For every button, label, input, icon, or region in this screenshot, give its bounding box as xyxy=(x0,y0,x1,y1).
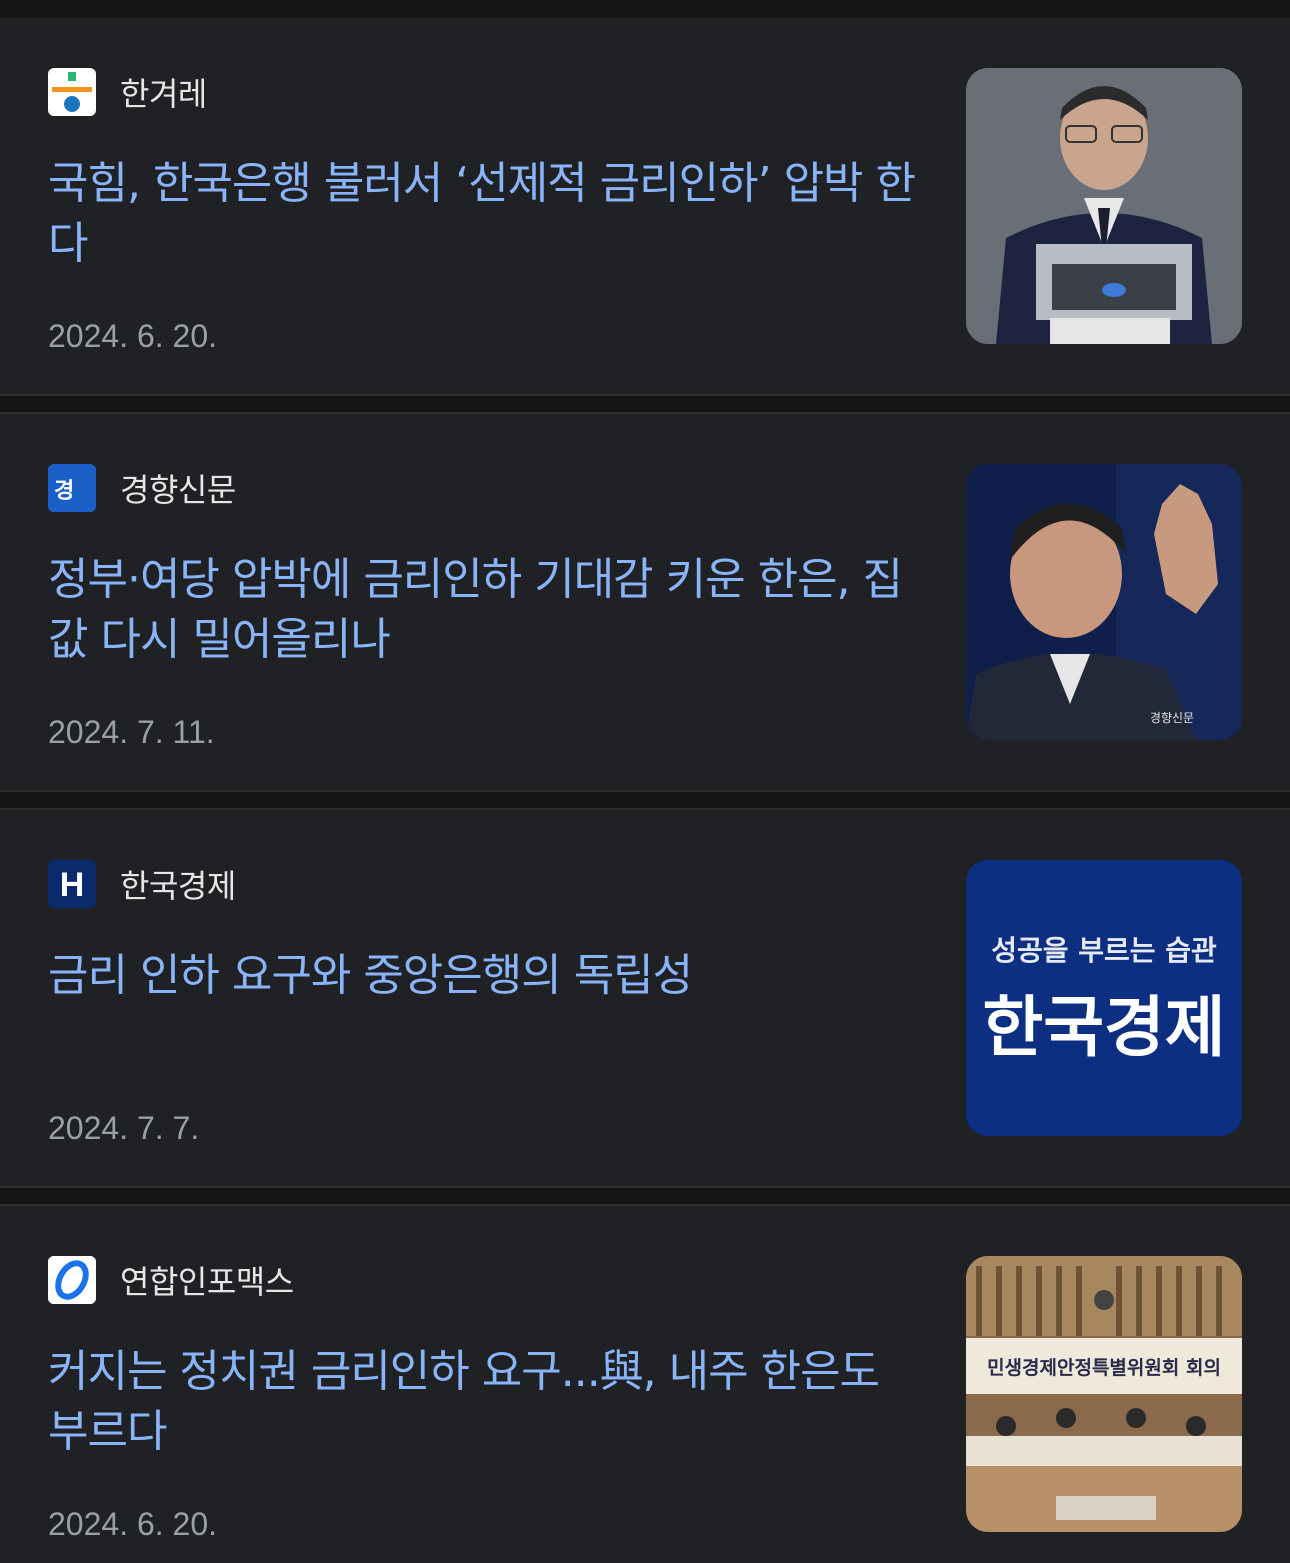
svg-text:경: 경 xyxy=(54,479,74,504)
news-card-3[interactable]: H 한국경제 금리 인하 요구와 중앙은행의 독립성 2024. 7. 7. 성… xyxy=(0,810,1290,1186)
news-source: 경 경향신문 xyxy=(48,464,236,512)
article-headline-link[interactable]: 국힘, 한국은행 불러서 ‘선제적 금리인하’ 압박 한다 xyxy=(48,154,918,274)
kyunghyang-logo-icon: 경 xyxy=(48,464,96,512)
thumbnail-watermark: 경향신문 xyxy=(1150,711,1194,725)
article-date: 2024. 6. 20. xyxy=(48,1506,218,1542)
news-card-2[interactable]: 경 경향신문 정부·여당 압박에 금리인하 기대감 키운 한은, 집값 다시 밀… xyxy=(0,414,1290,790)
yonhap-infomax-logo-icon xyxy=(48,1256,96,1304)
news-source: H 한국경제 xyxy=(48,860,236,908)
article-date: 2024. 7. 7. xyxy=(48,1110,200,1146)
top-divider xyxy=(0,0,1290,18)
card-divider xyxy=(0,394,1290,414)
card-divider xyxy=(0,1186,1290,1206)
source-name: 한국경제 xyxy=(120,867,236,905)
news-card-4[interactable]: 연합인포맥스 커지는 정치권 금리인하 요구...與, 내주 한은도 부르다 2… xyxy=(0,1206,1290,1563)
hankyung-logo-icon: H xyxy=(48,860,96,908)
article-headline-link[interactable]: 정부·여당 압박에 금리인하 기대감 키운 한은, 집값 다시 밀어올리나 xyxy=(48,550,918,670)
source-name: 연합인포맥스 xyxy=(120,1263,294,1301)
svg-text:H: H xyxy=(60,866,85,904)
source-name: 한겨레 xyxy=(120,75,207,113)
thumbnail-tagline: 성공을 부르는 습관 xyxy=(991,934,1217,967)
card-divider xyxy=(0,790,1290,810)
hankyoreh-logo-icon xyxy=(48,68,96,116)
news-source: 한겨레 xyxy=(48,68,207,116)
news-card-1[interactable]: 한겨레 국힘, 한국은행 불러서 ‘선제적 금리인하’ 압박 한다 2024. … xyxy=(0,18,1290,394)
thumbnail-brand: 한국경제 xyxy=(983,989,1226,1066)
article-thumbnail[interactable]: 경향신문 xyxy=(966,464,1242,740)
article-headline-link[interactable]: 금리 인하 요구와 중앙은행의 독립성 xyxy=(48,946,918,1006)
thumbnail-banner: 민생경제안정특별위원회 회의 xyxy=(987,1357,1221,1379)
article-thumbnail[interactable] xyxy=(966,68,1242,344)
news-source: 연합인포맥스 xyxy=(48,1256,294,1304)
source-name: 경향신문 xyxy=(120,471,236,509)
article-headline-link[interactable]: 커지는 정치권 금리인하 요구...與, 내주 한은도 부르다 xyxy=(48,1342,918,1462)
article-date: 2024. 6. 20. xyxy=(48,318,218,354)
article-thumbnail[interactable]: 민생경제안정특별위원회 회의 xyxy=(966,1256,1242,1532)
article-thumbnail[interactable]: 성공을 부르는 습관 한국경제 xyxy=(966,860,1242,1136)
article-date: 2024. 7. 11. xyxy=(48,714,215,750)
